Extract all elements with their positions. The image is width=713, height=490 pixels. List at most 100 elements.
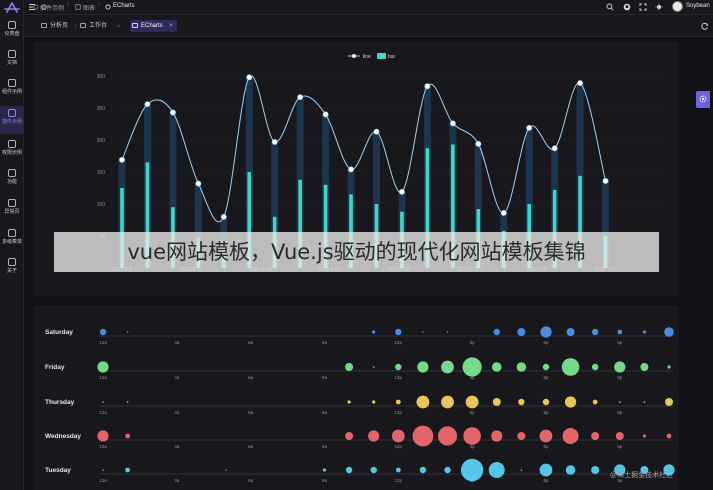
x-tick-label: 9p bbox=[617, 444, 623, 449]
punch-bubble bbox=[395, 328, 402, 336]
tab-bar: 分析页 | 工作台 × ECharts × bbox=[24, 15, 713, 37]
x-tick-label: 6p bbox=[543, 478, 549, 483]
x-tick-label: 9a bbox=[322, 340, 328, 345]
fullscreen-icon[interactable] bbox=[639, 3, 647, 11]
punch-bubble bbox=[395, 399, 401, 405]
line-point bbox=[169, 109, 176, 116]
punch-bubble bbox=[368, 430, 380, 442]
line-point bbox=[220, 213, 227, 220]
tab-separator: × bbox=[117, 24, 121, 30]
caption-text: vue网站模板，Vue.js驱动的现代化网站模板集锦 bbox=[127, 240, 586, 264]
punch-bubble bbox=[666, 433, 672, 439]
breadcrumb-item-charts[interactable]: 图表 bbox=[83, 3, 95, 12]
sidebar-item-document[interactable]: 文档 bbox=[0, 47, 24, 75]
x-tick-label: 12a bbox=[99, 375, 107, 380]
punch-bubble bbox=[566, 328, 575, 336]
punch-bubble bbox=[643, 401, 646, 403]
breadcrumb-separator: / bbox=[98, 3, 100, 9]
reload-icon[interactable] bbox=[701, 22, 709, 30]
x-tick-label: 9p bbox=[617, 340, 623, 345]
sidebar-item-menu[interactable]: 多级菜单 bbox=[0, 226, 24, 254]
tab-workbench[interactable]: 工作台 bbox=[78, 20, 107, 32]
punch-card-chart[interactable]: Saturday 12a 3a 6a 9a 12p 3p 6p 9p Friday 12a 3a 6a 9… bbox=[33, 305, 679, 490]
sidebar-item-component[interactable]: 组件示例 bbox=[0, 76, 24, 104]
theme-toggle-icon[interactable] bbox=[655, 3, 663, 11]
punch-bubble bbox=[491, 430, 503, 442]
row-label: Wednesday bbox=[45, 433, 81, 440]
line-point bbox=[500, 210, 507, 216]
line-point bbox=[399, 188, 405, 195]
punch-bubble bbox=[540, 326, 552, 338]
github-icon[interactable] bbox=[623, 3, 631, 11]
line-point bbox=[348, 166, 354, 173]
x-tick-label: 9p bbox=[617, 375, 623, 380]
punch-bubble bbox=[665, 398, 673, 406]
punch-bubble bbox=[97, 361, 109, 373]
punch-bubble bbox=[347, 400, 351, 404]
x-tick-label: 12p bbox=[395, 444, 403, 449]
punch-bubble bbox=[444, 466, 451, 474]
x-tick-label: 6p bbox=[543, 410, 549, 415]
punch-bubble bbox=[441, 395, 454, 409]
legend-bar-label: bar bbox=[388, 54, 396, 60]
search-icon[interactable] bbox=[606, 3, 614, 11]
sidebar-item-label: 多级菜单 bbox=[1, 239, 22, 245]
punch-bubble bbox=[372, 400, 376, 404]
breadcrumb-home-icon bbox=[33, 4, 39, 10]
punch-card-chart-card: Saturday 12a 3a 6a 9a 12p 3p 6p 9p Friday 12a 3a 6a 9… bbox=[33, 305, 679, 490]
app-window: 仪表盘 文档 组件示例 插件示例 权限示例 功能 异常页 多级菜单 关于 插件示例 / 图表 /… bbox=[0, 0, 713, 490]
line-point bbox=[424, 83, 431, 90]
sidebar-item-exception[interactable]: 异常页 bbox=[0, 196, 24, 224]
punch-bubble bbox=[462, 357, 482, 377]
tab-separator: | bbox=[75, 24, 77, 30]
x-tick-label: 12a bbox=[99, 410, 107, 415]
sidebar-item-dashboard[interactable]: 仪表盘 bbox=[0, 18, 24, 46]
punch-bubble bbox=[564, 396, 577, 408]
punch-bubble bbox=[412, 425, 434, 447]
sidebar-item-permission[interactable]: 权限示例 bbox=[0, 137, 24, 165]
echarts-icon bbox=[105, 4, 111, 10]
tab-label: 分析页 bbox=[50, 23, 69, 29]
theme-settings-button[interactable] bbox=[696, 91, 710, 108]
punch-bubble bbox=[517, 432, 526, 440]
line-point bbox=[144, 101, 151, 108]
sidebar-item-about[interactable]: 关于 bbox=[0, 255, 24, 283]
punch-bubble bbox=[370, 466, 377, 474]
punch-bubble bbox=[446, 331, 449, 333]
x-tick-label: 3a bbox=[174, 410, 180, 415]
tab-label: ECharts bbox=[141, 23, 163, 29]
dashboard-icon bbox=[8, 21, 16, 29]
user-name[interactable]: Soybean bbox=[686, 3, 710, 9]
punch-bubble bbox=[422, 331, 424, 333]
punch-bubble bbox=[562, 428, 579, 444]
x-tick-label: 6p bbox=[543, 375, 549, 380]
sidebar-item-plugin[interactable]: 插件示例 bbox=[0, 106, 24, 134]
punch-bubble bbox=[460, 458, 484, 482]
line-point bbox=[297, 94, 304, 101]
breadcrumb-separator: / bbox=[67, 3, 69, 9]
line-point bbox=[551, 145, 558, 152]
punch-bubble bbox=[437, 426, 458, 446]
tab-analysis[interactable]: 分析页 bbox=[39, 20, 68, 32]
echarts-tab-icon bbox=[132, 23, 138, 28]
x-tick-label: 3a bbox=[174, 375, 180, 380]
punch-bubble bbox=[518, 398, 525, 406]
punch-bubble bbox=[491, 362, 502, 372]
punch-bubble bbox=[102, 469, 104, 471]
avatar[interactable] bbox=[672, 1, 683, 12]
x-tick-label: 6a bbox=[248, 478, 254, 483]
punch-bubble bbox=[417, 361, 429, 373]
tab-close-icon[interactable]: × bbox=[169, 20, 173, 32]
punch-bubble bbox=[395, 467, 401, 473]
line-point bbox=[271, 139, 278, 145]
breadcrumb-item-plugins[interactable]: 插件示例 bbox=[40, 3, 64, 12]
line-point bbox=[526, 124, 533, 131]
punch-bubble bbox=[617, 329, 623, 335]
line-point bbox=[119, 156, 125, 163]
sidebar-item-label: 文档 bbox=[6, 60, 17, 66]
sidebar-item-function[interactable]: 功能 bbox=[0, 166, 24, 194]
x-tick-label: 6a bbox=[248, 340, 254, 345]
tab-echarts[interactable]: ECharts × bbox=[130, 20, 177, 32]
x-tick-label: 9a bbox=[322, 410, 328, 415]
line-point bbox=[322, 111, 329, 118]
